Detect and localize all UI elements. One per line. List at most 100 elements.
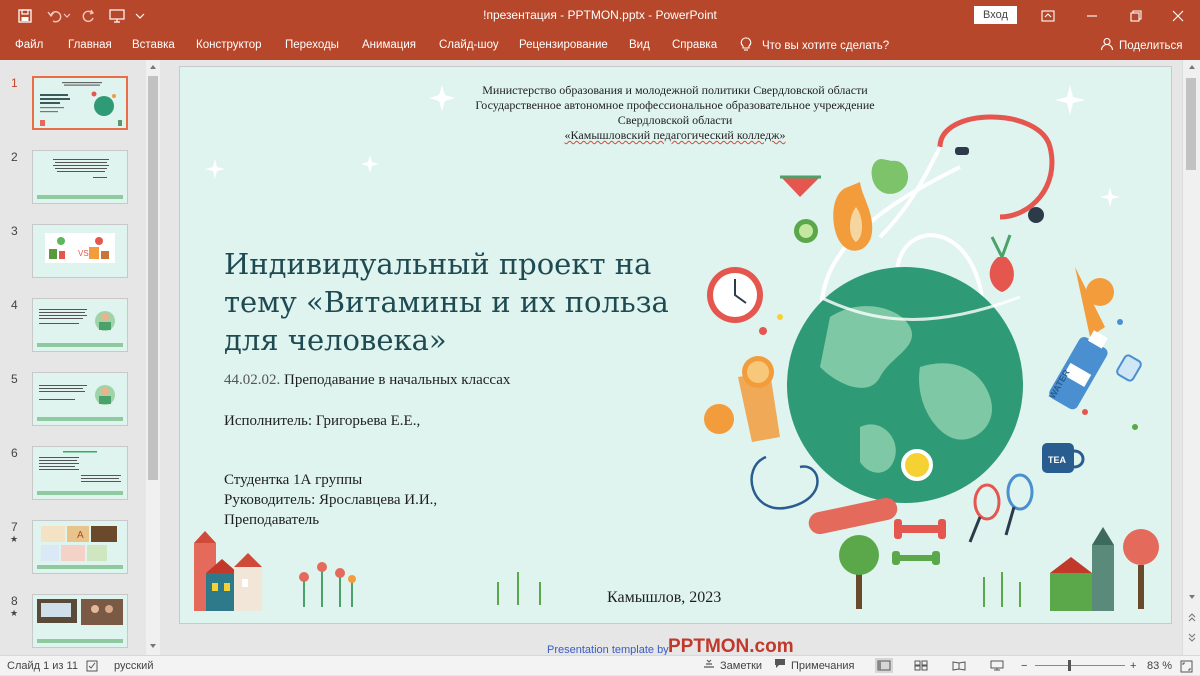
ministry-line-2: Государственное автономное профессиональ… xyxy=(475,98,875,112)
ministry-line-4: «Камышловский педагогический колледж» xyxy=(564,128,786,142)
thumbnail-image xyxy=(32,372,128,426)
slide-scrollbar[interactable] xyxy=(1182,60,1200,655)
thumbnail-image: VS xyxy=(32,224,128,278)
title-line-3: для человека» xyxy=(224,323,447,357)
normal-view-button[interactable] xyxy=(875,658,893,673)
spellcheck-icon[interactable] xyxy=(86,656,99,676)
redo-icon[interactable] xyxy=(76,0,102,31)
slide-thumbnail-pane: 1 2 3 VS 4 5 6 7 ★ A 8 ★ xyxy=(0,60,162,655)
zoom-out-button[interactable]: − xyxy=(1021,656,1027,676)
supervisor-role-line[interactable]: Преподаватель xyxy=(224,510,319,530)
title-line-1: Индивидуальный проект на xyxy=(224,247,652,281)
slide-thumbnail-3[interactable]: 3 VS xyxy=(0,222,146,282)
minimize-icon[interactable] xyxy=(1070,0,1114,31)
tab-review[interactable]: Рецензирование xyxy=(519,31,608,60)
slide-thumbnail-2[interactable]: 2 xyxy=(0,148,146,208)
ministry-line-1: Министерство образования и молодежной по… xyxy=(482,83,868,97)
zoom-slider-track[interactable] xyxy=(1035,665,1125,666)
ministry-line-3: Свердловской области xyxy=(617,113,733,127)
window-title: !презентация - PPTMON.pptx - PowerPoint xyxy=(483,8,717,22)
tea-cup-label: TEA xyxy=(1048,455,1067,465)
slide-thumbnail-8[interactable]: 8 ★ xyxy=(0,592,146,652)
language-indicator[interactable]: русский xyxy=(114,656,153,676)
save-icon[interactable] xyxy=(12,0,38,31)
undo-dropdown-icon[interactable] xyxy=(60,0,74,31)
executor-line[interactable]: Исполнитель: Григорьева Е.Е., xyxy=(224,411,420,431)
specialty-code: 44.02.02. xyxy=(224,372,281,388)
slide-thumbnail-5[interactable]: 5 xyxy=(0,370,146,430)
slide-number: 3 xyxy=(11,224,18,238)
tab-animations[interactable]: Анимация xyxy=(362,31,416,60)
fit-to-window-icon[interactable] xyxy=(1180,656,1193,676)
comment-icon xyxy=(774,657,786,676)
previous-slide-icon[interactable] xyxy=(1185,610,1199,624)
tab-insert[interactable]: Вставка xyxy=(132,31,175,60)
tab-file[interactable]: Файл xyxy=(15,31,43,60)
zoom-in-button[interactable]: + xyxy=(1130,656,1136,676)
lightbulb-icon xyxy=(740,36,752,55)
tab-view[interactable]: Вид xyxy=(629,31,650,60)
slide-thumbnail-6[interactable]: 6 xyxy=(0,444,146,504)
tab-slideshow[interactable]: Слайд-шоу xyxy=(439,31,499,60)
slide-number: 2 xyxy=(11,150,18,164)
animation-star-icon: ★ xyxy=(10,608,19,618)
notes-button[interactable]: Заметки xyxy=(703,656,762,676)
slide-number: 1 xyxy=(11,76,18,90)
slide-counter[interactable]: Слайд 1 из 11 xyxy=(7,656,78,676)
slide-canvas[interactable]: WATER TEA Министерство образования и мол… xyxy=(179,66,1172,624)
slide-number: 4 xyxy=(11,298,18,312)
close-icon[interactable] xyxy=(1156,0,1200,31)
place-year[interactable]: Камышлов, 2023 xyxy=(607,589,721,607)
title-line-2: тему «Витамины и их польза xyxy=(224,285,669,319)
slide-thumbnail-7[interactable]: 7 ★ A xyxy=(0,518,146,578)
tab-transitions[interactable]: Переходы xyxy=(285,31,339,60)
thumbnail-image xyxy=(32,594,128,648)
scroll-down-icon[interactable] xyxy=(1185,590,1199,604)
person-icon xyxy=(1100,37,1114,54)
notes-icon xyxy=(703,657,715,676)
thumbnail-image xyxy=(32,446,128,500)
ribbon-tabs: Файл Главная Вставка Конструктор Переход… xyxy=(0,31,1200,60)
customize-toolbar-icon[interactable] xyxy=(130,0,150,31)
scroll-up-icon[interactable] xyxy=(146,60,160,74)
thumbnail-image: A xyxy=(32,520,128,574)
scroll-down-icon[interactable] xyxy=(146,639,160,653)
slide-title[interactable]: Индивидуальный проект на тему «Витамины … xyxy=(224,245,694,359)
specialty-name: Преподавание в начальных классах xyxy=(284,372,511,388)
thumbnail-scrollbar[interactable] xyxy=(146,60,160,655)
slide-number: 7 xyxy=(11,520,18,534)
supervisor-line[interactable]: Руководитель: Ярославцева И.И., xyxy=(224,490,437,510)
restore-icon[interactable] xyxy=(1114,0,1158,31)
sign-in-button[interactable]: Вход xyxy=(974,6,1017,24)
thumbnail-image xyxy=(32,150,128,204)
reading-view-button[interactable] xyxy=(950,658,968,673)
specialty-line[interactable]: 44.02.02. Преподавание в начальных класс… xyxy=(224,372,510,389)
tell-me-label: Что вы хотите сделать? xyxy=(762,39,890,52)
tab-home[interactable]: Главная xyxy=(68,31,112,60)
slide-number: 8 xyxy=(11,594,18,608)
tab-design[interactable]: Конструктор xyxy=(196,31,262,60)
slide-thumbnail-4[interactable]: 4 xyxy=(0,296,146,356)
zoom-level[interactable]: 83 % xyxy=(1147,656,1172,676)
thumbnail-image xyxy=(32,298,128,352)
tab-help[interactable]: Справка xyxy=(672,31,717,60)
ribbon-display-options-icon[interactable] xyxy=(1026,0,1070,31)
scroll-thumb[interactable] xyxy=(148,76,158,480)
tell-me-search[interactable]: Что вы хотите сделать? xyxy=(740,31,889,60)
svg-text:A: A xyxy=(77,530,84,541)
slideshow-view-button[interactable] xyxy=(988,658,1006,673)
notes-label: Заметки xyxy=(720,659,763,672)
slide-sorter-view-button[interactable] xyxy=(912,658,930,673)
share-button[interactable]: Поделиться xyxy=(1100,31,1183,60)
scroll-up-icon[interactable] xyxy=(1185,60,1199,74)
scroll-thumb[interactable] xyxy=(1186,78,1196,170)
comments-label: Примечания xyxy=(791,659,855,672)
comments-button[interactable]: Примечания xyxy=(774,656,855,676)
slide-thumbnail-1[interactable]: 1 xyxy=(0,74,146,134)
next-slide-icon[interactable] xyxy=(1185,630,1199,644)
svg-text:VS: VS xyxy=(78,249,89,258)
student-line[interactable]: Студентка 1А группы xyxy=(224,470,362,490)
presentation-from-start-icon[interactable] xyxy=(104,0,130,31)
animation-star-icon: ★ xyxy=(10,534,19,544)
zoom-slider-thumb[interactable] xyxy=(1068,660,1071,671)
